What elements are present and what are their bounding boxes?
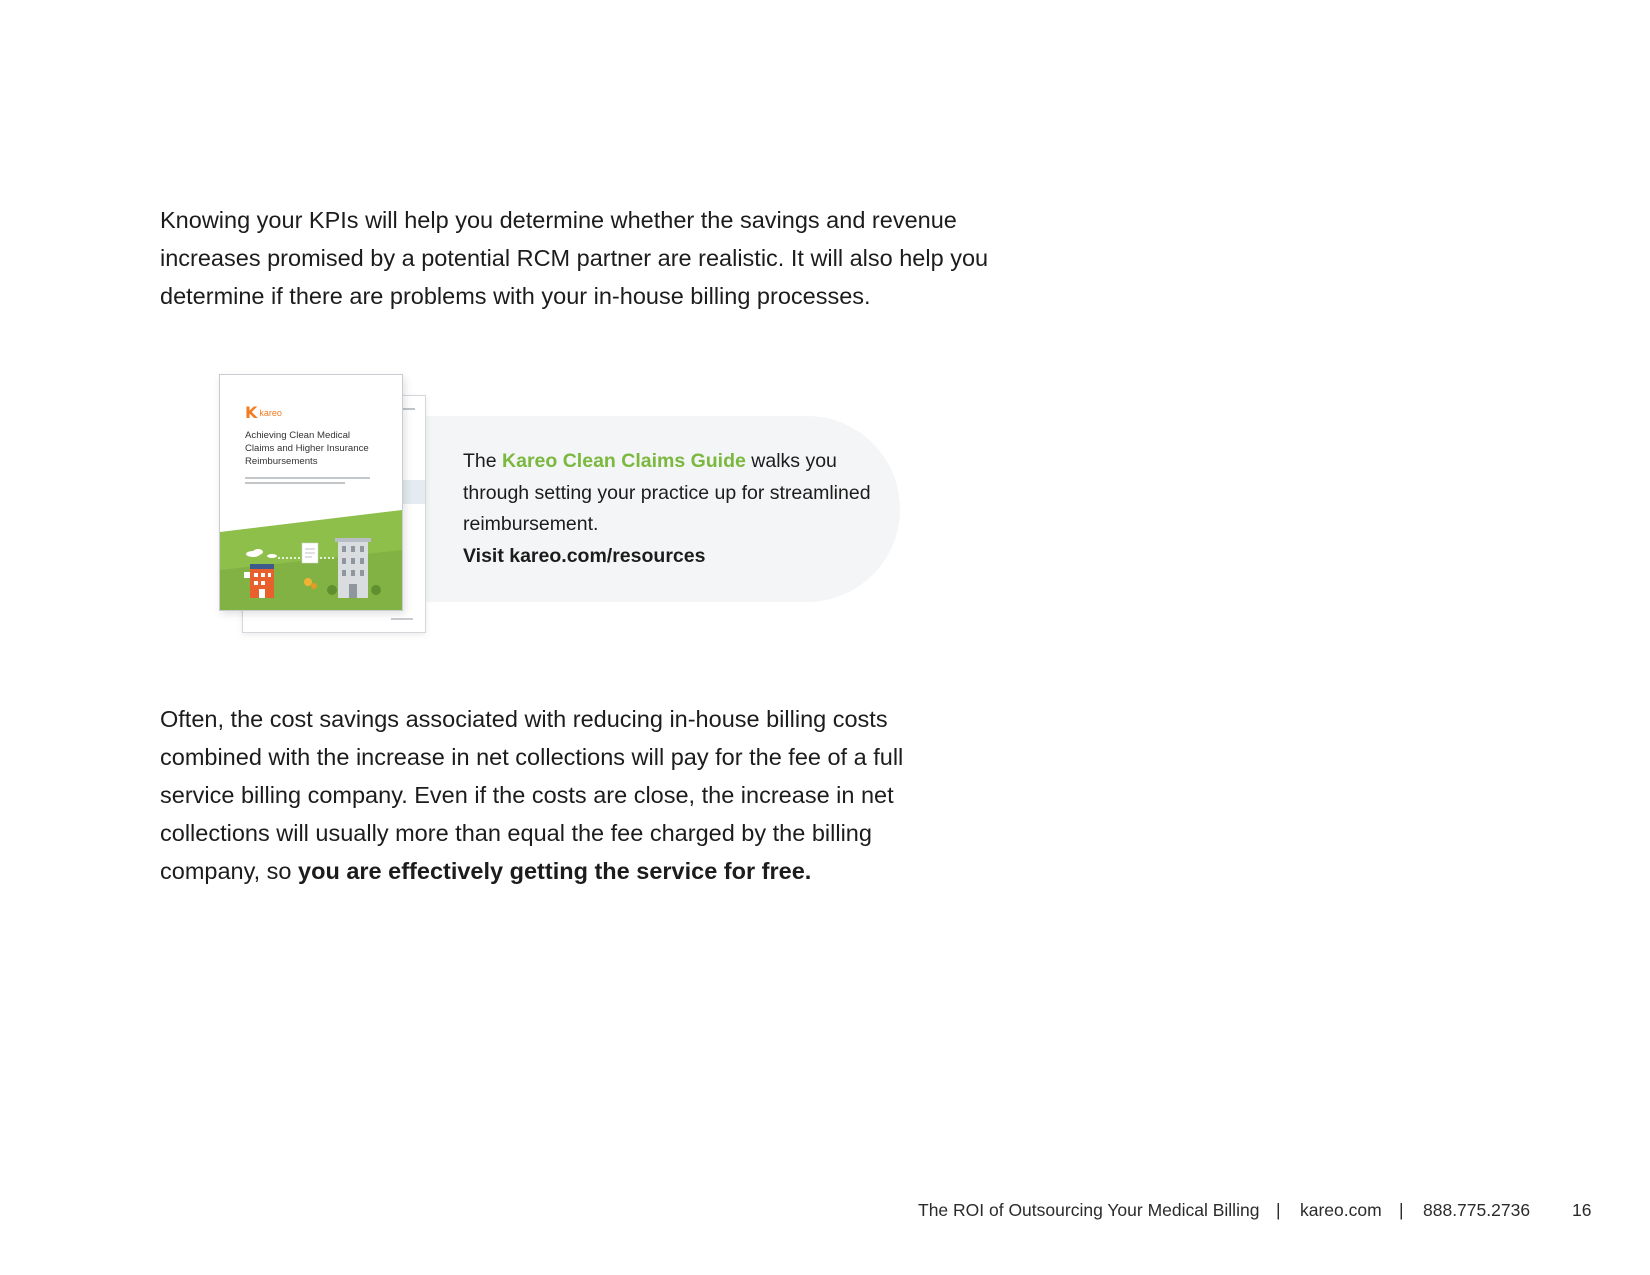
brochure-subtitle-line [245, 477, 370, 479]
closing-paragraph-emphasis: you are effectively getting the service … [298, 858, 812, 884]
footer: The ROI of Outsourcing Your Medical Bill… [918, 1197, 1598, 1223]
brochure-cover: K kareo Achieving Clean Medical Claims a… [219, 374, 403, 611]
footer-separator: | [1276, 1200, 1281, 1220]
page-number: 16 [1572, 1200, 1592, 1220]
callout-lead: The [463, 450, 503, 472]
footer-phone: 888.775.2736 [1423, 1200, 1531, 1220]
kareo-logo: K kareo [245, 405, 282, 421]
callout-text: The Kareo Clean Claims Guide walks you t… [463, 446, 883, 572]
closing-paragraph: Often, the cost savings associated with … [160, 700, 960, 890]
guide-name-link[interactable]: Kareo Clean Claims Guide [502, 450, 746, 472]
brochure-title: Achieving Clean Medical Claims and Highe… [245, 430, 369, 467]
kareo-logo-text: kareo [259, 408, 282, 418]
footer-separator: | [1399, 1200, 1404, 1220]
visit-resources-link[interactable]: Visit kareo.com/resources [463, 545, 705, 567]
kareo-logo-mark-icon: K [245, 403, 258, 422]
intro-paragraph: Knowing your KPIs will help you determin… [160, 207, 989, 309]
brochure-illustration [220, 510, 402, 610]
footer-website-link[interactable]: kareo.com [1300, 1197, 1382, 1223]
footer-title: The ROI of Outsourcing Your Medical Bill… [918, 1200, 1260, 1220]
brochure-subtitle-line [245, 482, 345, 484]
